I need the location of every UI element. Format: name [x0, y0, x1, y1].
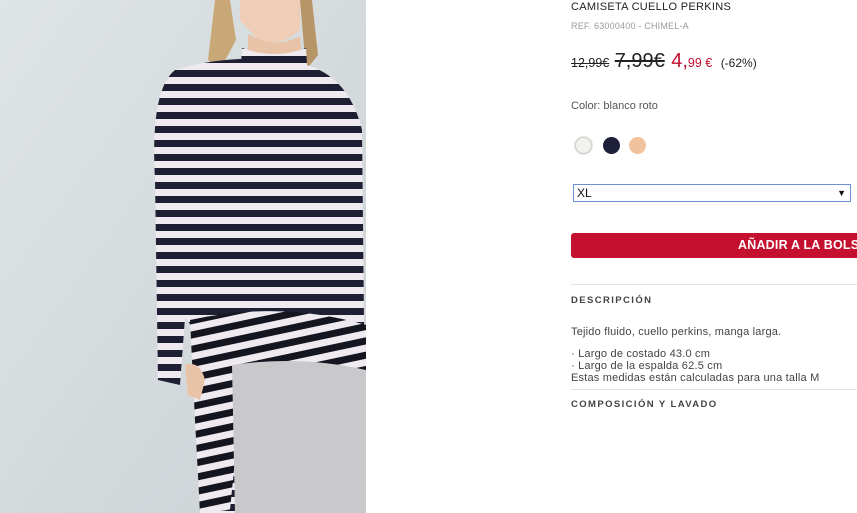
dropdown-arrow-icon: ▼ — [837, 188, 846, 198]
discount-badge: (-62%) — [720, 56, 757, 70]
composition-heading[interactable]: COMPOSICIÓN Y LAVADO — [571, 399, 718, 410]
price-current-integer: 4, — [671, 50, 688, 72]
divider — [571, 284, 857, 285]
product-info-panel: CAMISETA CUELLO PERKINS REF. 63000400 - … — [571, 0, 857, 513]
description-text: Tejido fluido, cuello perkins, manga lar… — [571, 326, 782, 338]
size-select[interactable]: XL ▼ — [573, 184, 851, 202]
measurement-note: Estas medidas están calculadas para una … — [571, 372, 820, 384]
product-title: CAMISETA CUELLO PERKINS — [571, 1, 732, 13]
color-label: Color: blanco roto — [571, 100, 658, 112]
price-current-decimals: 99 € — [687, 56, 713, 70]
measurement-item: · Largo de costado 43.0 cm — [571, 348, 711, 360]
color-swatch-peach[interactable] — [629, 137, 646, 154]
measurement-item: · Largo de la espalda 62.5 cm — [571, 360, 723, 372]
price-original: 12,99€ — [571, 56, 610, 70]
price-block: 12,99€ 7,99€ 4,99 € (-62%) — [571, 50, 757, 73]
product-reference: REF. 63000400 - CHIMEL-A — [571, 21, 689, 31]
divider — [571, 389, 857, 390]
add-to-bag-button[interactable]: AÑADIR A LA BOLSA — [571, 233, 857, 258]
price-previous: 7,99€ — [614, 50, 665, 72]
color-swatch-white[interactable] — [575, 137, 592, 154]
description-heading[interactable]: DESCRIPCIÓN — [571, 295, 652, 306]
size-selected-value: XL — [577, 186, 592, 200]
color-swatch-navy[interactable] — [603, 137, 620, 154]
product-photo[interactable] — [0, 0, 366, 513]
description-measurements: · Largo de costado 43.0 cm · Largo de la… — [571, 348, 819, 384]
